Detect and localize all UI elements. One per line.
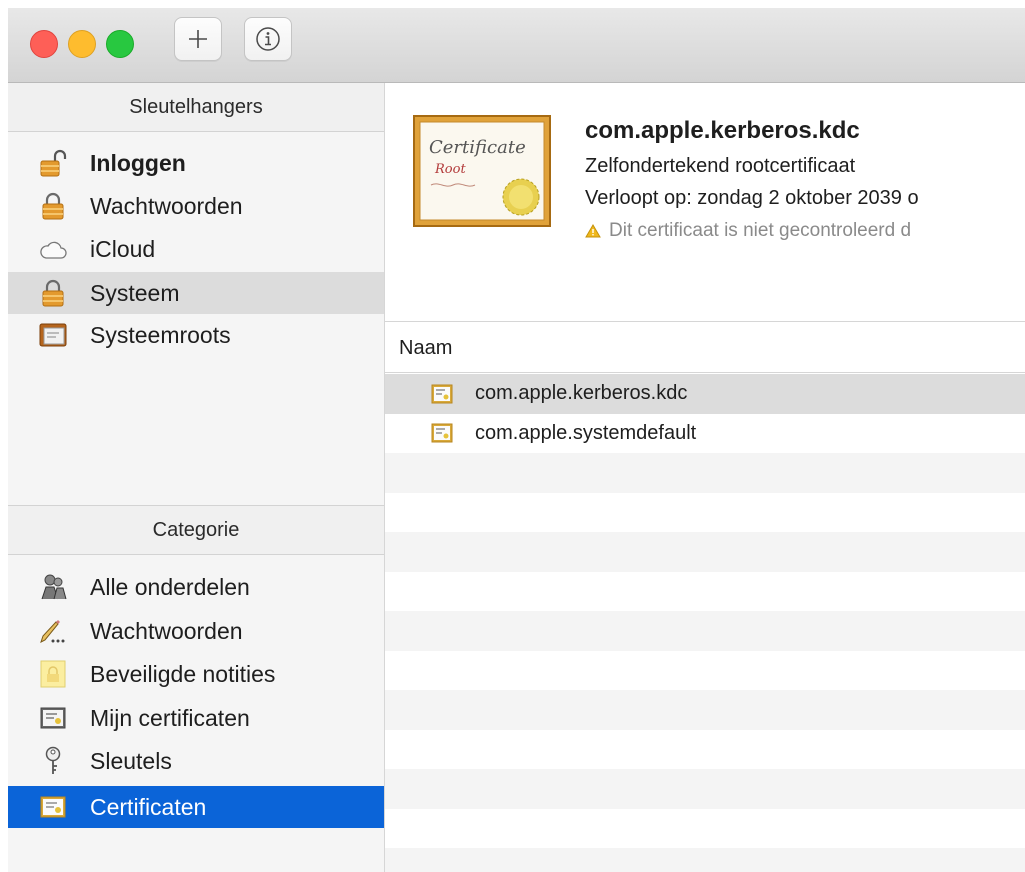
sidebar-item-beveiligde-notities[interactable]: Beveiligde notities — [8, 653, 384, 695]
sidebar-item-certificaten[interactable]: Certificaten — [8, 786, 384, 828]
minimize-window-button[interactable] — [68, 30, 96, 58]
cloud-icon — [38, 234, 68, 264]
table-rows: com.apple.kerberos.kdc com.apple.systemd… — [385, 374, 1025, 872]
padlock-icon — [38, 191, 68, 221]
sidebar-item-label: iCloud — [90, 235, 156, 262]
secure-note-icon — [38, 659, 68, 689]
close-window-button[interactable] — [30, 30, 58, 58]
sidebar-item-systeem[interactable]: Systeem — [8, 272, 384, 314]
info-button[interactable] — [244, 17, 292, 61]
sidebar-item-label: Systeemroots — [90, 321, 231, 348]
certificate-root-text: Root — [434, 162, 466, 177]
certificate-expiry: Verloopt op: zondag 2 oktober 2039 o — [585, 187, 919, 209]
certificate-icon — [38, 703, 68, 733]
row-name: com.apple.systemdefault — [475, 421, 697, 444]
certificate-name: com.apple.kerberos.kdc — [585, 117, 860, 144]
column-header-naam[interactable]: Naam — [385, 321, 1025, 373]
padlock-icon — [38, 278, 68, 308]
sidebar-item-label: Mijn certificaten — [90, 704, 250, 731]
empty-row — [385, 532, 1025, 572]
category-header: Categorie — [8, 505, 384, 555]
main-pane: Certificate Root com.apple.kerberos.kdc … — [385, 83, 1025, 872]
sidebar-item-label: Inloggen — [90, 149, 186, 176]
empty-row — [385, 651, 1025, 691]
people-icon — [38, 572, 68, 602]
certificate-icon — [38, 792, 68, 822]
empty-row — [385, 730, 1025, 770]
empty-row — [385, 611, 1025, 651]
sidebar-item-mijn-certificaten[interactable]: Mijn certificaten — [8, 697, 384, 739]
keychain-window: Sleutelhangers Inloggen Wachtwoorden iCl… — [8, 8, 1025, 872]
empty-row — [385, 453, 1025, 493]
certificate-subtitle: Zelfondertekend rootcertificaat — [585, 155, 856, 177]
sidebar-item-icloud[interactable]: iCloud — [8, 228, 384, 270]
empty-row — [385, 572, 1025, 612]
certificate-large-icon: Certificate Root — [413, 115, 551, 227]
row-name: com.apple.kerberos.kdc — [475, 382, 688, 405]
zoom-window-button[interactable] — [106, 30, 134, 58]
items-table: Naam com.apple.kerberos.kdc com.apple.sy… — [385, 321, 1025, 872]
certificate-icon — [431, 384, 453, 404]
empty-row — [385, 493, 1025, 533]
sidebar-item-label: Certificaten — [90, 793, 207, 820]
seal-icon — [502, 178, 540, 216]
table-row[interactable]: com.apple.kerberos.kdc — [385, 374, 1025, 414]
pencil-icon — [38, 616, 68, 646]
key-icon — [38, 746, 68, 776]
sidebar-item-systeemroots[interactable]: Systeemroots — [8, 314, 384, 356]
certificate-icon — [431, 423, 453, 443]
add-button[interactable] — [174, 17, 222, 61]
sidebar-item-sleutels[interactable]: Sleutels — [8, 740, 384, 782]
sidebar-item-alle-onderdelen[interactable]: Alle onderdelen — [8, 566, 384, 608]
sidebar-item-wachtwoorden[interactable]: Wachtwoorden — [8, 185, 384, 227]
cabinet-icon — [38, 320, 68, 350]
warning-icon — [585, 224, 601, 238]
keychains-header: Sleutelhangers — [8, 83, 384, 132]
sidebar-item-label: Alle onderdelen — [90, 573, 250, 600]
sidebar-item-label: Beveiligde notities — [90, 660, 276, 687]
empty-row — [385, 769, 1025, 809]
sidebar-item-wachtwoorden-categorie[interactable]: Wachtwoorden — [8, 610, 384, 652]
sidebar: Sleutelhangers Inloggen Wachtwoorden iCl… — [8, 83, 385, 872]
unlocked-padlock-icon — [38, 148, 68, 178]
empty-row — [385, 809, 1025, 849]
sidebar-item-label: Systeem — [90, 279, 180, 306]
certificate-warning: Dit certificaat is niet gecontroleerd d — [585, 220, 911, 242]
empty-row — [385, 848, 1025, 872]
table-row[interactable]: com.apple.systemdefault — [385, 414, 1025, 454]
empty-row — [385, 690, 1025, 730]
sidebar-item-label: Sleutels — [90, 747, 172, 774]
sidebar-item-label: Wachtwoorden — [90, 192, 243, 219]
certificate-warning-text: Dit certificaat is niet gecontroleerd d — [609, 220, 912, 241]
info-icon — [255, 26, 281, 52]
toolbar — [8, 8, 1025, 83]
plus-icon — [187, 28, 209, 50]
certificate-title-text: Certificate — [429, 137, 526, 158]
sidebar-item-label: Wachtwoorden — [90, 617, 243, 644]
sidebar-item-inloggen[interactable]: Inloggen — [8, 142, 384, 184]
